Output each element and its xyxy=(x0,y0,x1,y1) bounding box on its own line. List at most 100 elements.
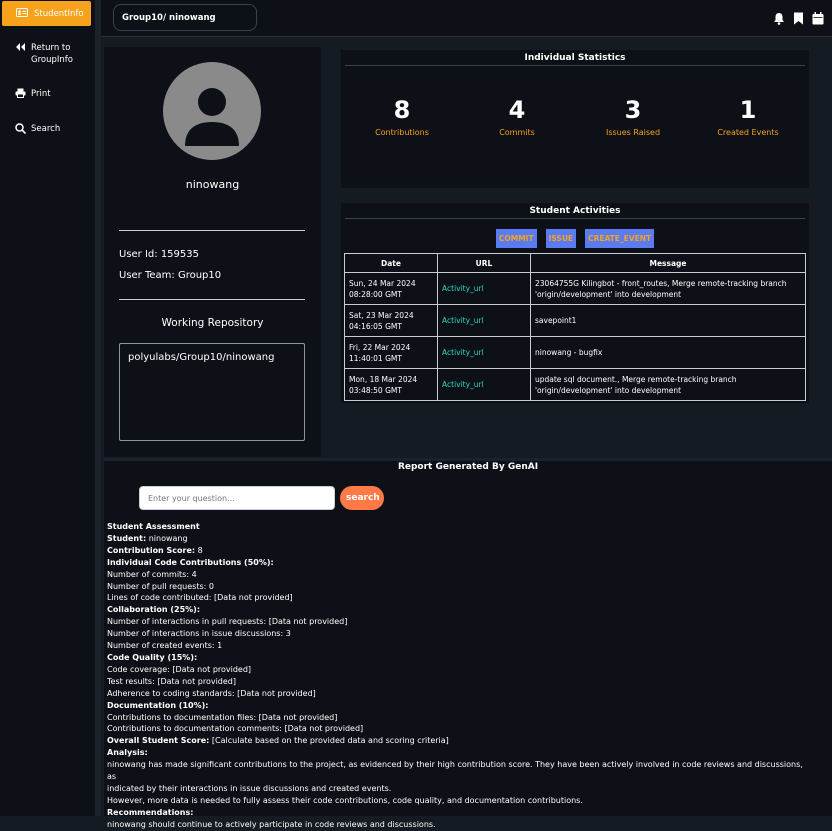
date-cell: Sat, 23 Mar 2024 04:16:05 GMT xyxy=(344,304,438,337)
assessment-text-line: indicated by their interactions in issue… xyxy=(107,783,392,793)
assessment-line: Collaboration (25%): xyxy=(107,604,807,616)
working-repository-title: Working Repository xyxy=(161,317,264,329)
column-header-url: URL xyxy=(437,253,531,273)
search-button[interactable]: search xyxy=(340,486,384,510)
assessment-line: ninowang should continue to actively par… xyxy=(107,819,807,831)
assessment-text: Student Assessment Student: ninowang Contr… xyxy=(107,521,807,831)
stat-value: 1 xyxy=(739,96,757,124)
double-chevron-left-icon xyxy=(14,42,26,52)
assessment-text-line: However, more data is needed to fully as… xyxy=(107,795,583,805)
sidebar-item-search[interactable]: Search xyxy=(14,123,60,135)
assessment-line: However, more data is needed to fully as… xyxy=(107,795,807,807)
report-section: Report Generated By GenAI search Student… xyxy=(104,458,832,829)
assessment-heading: Documentation (10%): xyxy=(107,700,209,710)
sidebar-item-label: Search xyxy=(31,124,61,134)
stat-label: Created Events xyxy=(717,128,779,137)
assessment-text-line: Number of interactions in issue discussi… xyxy=(107,629,291,639)
sidebar: StudentInfo Return to GroupInfo Print Se… xyxy=(0,0,95,816)
sidebar-item-label: Print xyxy=(31,89,51,99)
stat-label: Contributions xyxy=(375,128,429,137)
assessment-text-line: 8 xyxy=(195,545,203,555)
assessment-text-line: ninowang should continue to actively par… xyxy=(107,819,436,829)
sidebar-item-print[interactable]: Print xyxy=(14,88,51,100)
assessment-line: Code coverage: [Data not provided] xyxy=(107,664,807,676)
printer-icon xyxy=(14,88,26,98)
assessment-line: Contributions to documentation comments:… xyxy=(107,723,807,735)
profile-card: ninowang User Id: 159535 User Team: Grou… xyxy=(104,47,321,457)
table-row: Sat, 23 Mar 2024 04:16:05 GMT Activity_ur… xyxy=(344,304,806,337)
assessment-text-line: Number of created events: 1 xyxy=(107,641,223,651)
question-input[interactable] xyxy=(139,486,335,510)
table-row: Mon, 18 Mar 2024 03:48:50 GMT Activity_ur… xyxy=(344,368,806,401)
assessment-line: Contributions to documentation files: [D… xyxy=(107,712,807,724)
bell-icon[interactable] xyxy=(773,10,785,29)
message-cell: savepoint1 xyxy=(530,304,806,337)
user-icon xyxy=(185,88,239,146)
sidebar-item-studentinfo[interactable]: StudentInfo xyxy=(2,1,91,26)
divider xyxy=(119,299,305,300)
assessment-line: Recommendations: xyxy=(107,807,807,819)
message-cell: ninowang - bugfix xyxy=(530,336,806,369)
column-header-message: Message xyxy=(530,253,806,273)
breadcrumb[interactable]: Group10/ ninowang xyxy=(113,4,257,31)
calendar-icon[interactable] xyxy=(812,10,824,29)
sidebar-item-return-groupinfo[interactable]: Return to GroupInfo xyxy=(14,42,73,66)
assessment-text-line: Contributions to documentation files: [D… xyxy=(107,712,338,722)
assessment-text-line: ninowang xyxy=(146,533,188,543)
divider xyxy=(119,230,305,231)
activity-url-link[interactable]: Activity_url xyxy=(437,272,531,305)
stat-value: 8 xyxy=(393,96,411,124)
repository-name[interactable]: polyulabs/Group10/ninowang xyxy=(128,352,274,363)
assessment-text-line: Number of pull requests: 0 xyxy=(107,581,214,591)
assessment-line: ninowang has made significant contributi… xyxy=(107,759,807,783)
assessment-text-line: Contributions to documentation comments:… xyxy=(107,724,364,734)
filter-create-event-button[interactable]: CREATE_EVENT xyxy=(585,229,655,248)
activity-url-link[interactable]: Activity_url xyxy=(437,304,531,337)
date-cell: Mon, 18 Mar 2024 03:48:50 GMT xyxy=(344,368,438,401)
stat-issues-raised: 3 Issues Raised xyxy=(575,98,691,137)
assessment-text-line: Number of interactions in pull requests:… xyxy=(107,617,348,627)
assessment-line: Analysis: xyxy=(107,747,807,759)
assessment-heading: Recommendations: xyxy=(107,807,194,817)
stat-value: 3 xyxy=(624,96,642,124)
activity-url-link[interactable]: Activity_url xyxy=(437,336,531,369)
message-cell: 23064755G Kilingbot - front_routes, Merg… xyxy=(530,272,806,305)
stat-created-events: 1 Created Events xyxy=(690,98,806,137)
bookmark-icon[interactable] xyxy=(793,10,804,29)
assessment-text-line: Code coverage: [Data not provided] xyxy=(107,664,252,674)
activity-url-link[interactable]: Activity_url xyxy=(437,368,531,401)
stat-commits: 4 Commits xyxy=(459,98,575,137)
stat-value: 4 xyxy=(508,96,526,124)
divider xyxy=(345,65,805,66)
user-team: User Team: Group10 xyxy=(119,270,222,281)
assessment-heading: Analysis: xyxy=(107,748,148,758)
top-icons xyxy=(773,10,824,29)
stat-label: Commits xyxy=(499,128,535,137)
message-cell: update sql document., Merge remote-track… xyxy=(530,368,806,401)
statistics-card: Individual Statistics 8 Contributions 4 … xyxy=(341,50,809,188)
assessment-line: Student Assessment xyxy=(107,521,807,533)
divider xyxy=(104,458,832,461)
search-icon xyxy=(14,123,26,134)
assessment-text-line: Lines of code contributed: [Data not pro… xyxy=(107,593,293,603)
assessment-heading: Contribution Score: xyxy=(107,545,196,555)
filter-commit-button[interactable]: COMMIT xyxy=(495,229,537,248)
assessment-line: Lines of code contributed: [Data not pro… xyxy=(107,592,807,604)
assessment-heading: Student Assessment xyxy=(107,522,200,531)
sidebar-item-label: StudentInfo xyxy=(34,8,84,19)
assessment-line: Contribution Score: 8 xyxy=(107,545,807,557)
assessment-heading: Individual Code Contributions (50%): xyxy=(107,557,274,567)
divider xyxy=(345,218,805,219)
statistics-title: Individual Statistics xyxy=(524,53,626,63)
id-card-icon xyxy=(16,7,28,20)
assessment-text-line: Adherence to coding standards: [Data not… xyxy=(107,688,316,698)
stat-label: Issues Raised xyxy=(605,128,661,137)
assessment-line: Number of created events: 1 xyxy=(107,640,807,652)
assessment-line: Number of interactions in pull requests:… xyxy=(107,616,807,628)
filter-issue-button[interactable]: ISSUE xyxy=(545,229,577,248)
assessment-line: indicated by their interactions in issue… xyxy=(107,783,807,795)
assessment-heading: Collaboration (25%): xyxy=(107,605,201,615)
assessment-line: Number of commits: 4 xyxy=(107,569,807,581)
assessment-line: Overall Student Score: [Calculate based … xyxy=(107,735,807,747)
stat-contributions: 8 Contributions xyxy=(344,98,460,137)
